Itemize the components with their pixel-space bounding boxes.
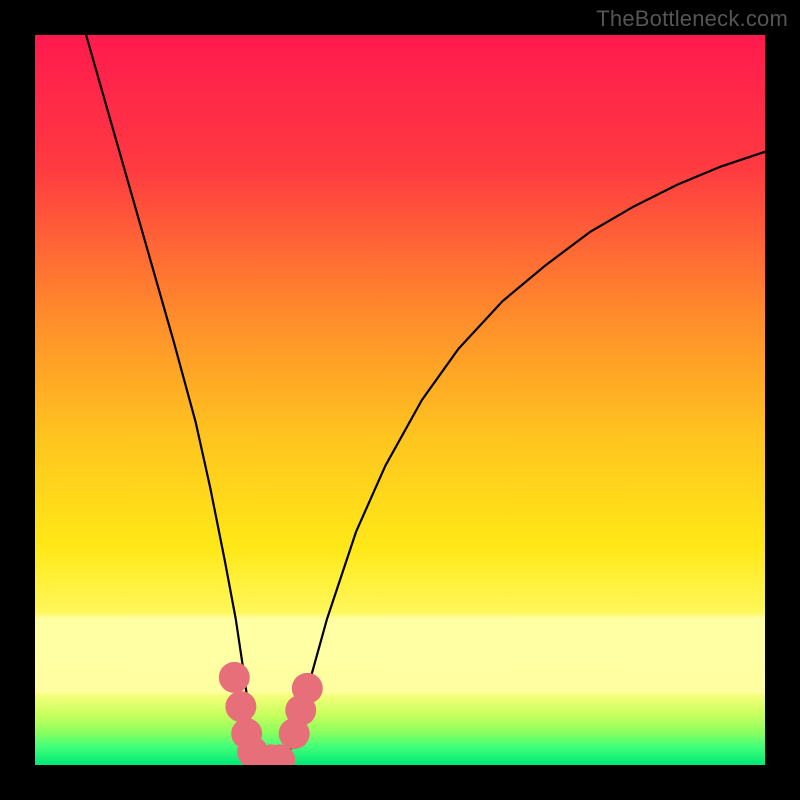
curve-marker: [225, 691, 256, 722]
chart-frame: TheBottleneck.com: [0, 0, 800, 800]
curve-marker: [219, 662, 250, 693]
curve-markers: [219, 662, 323, 765]
plot-area: [35, 35, 765, 765]
watermark-text: TheBottleneck.com: [596, 6, 788, 32]
curve-layer: [35, 35, 765, 765]
bottleneck-curve: [86, 35, 765, 761]
curve-marker: [292, 673, 323, 704]
